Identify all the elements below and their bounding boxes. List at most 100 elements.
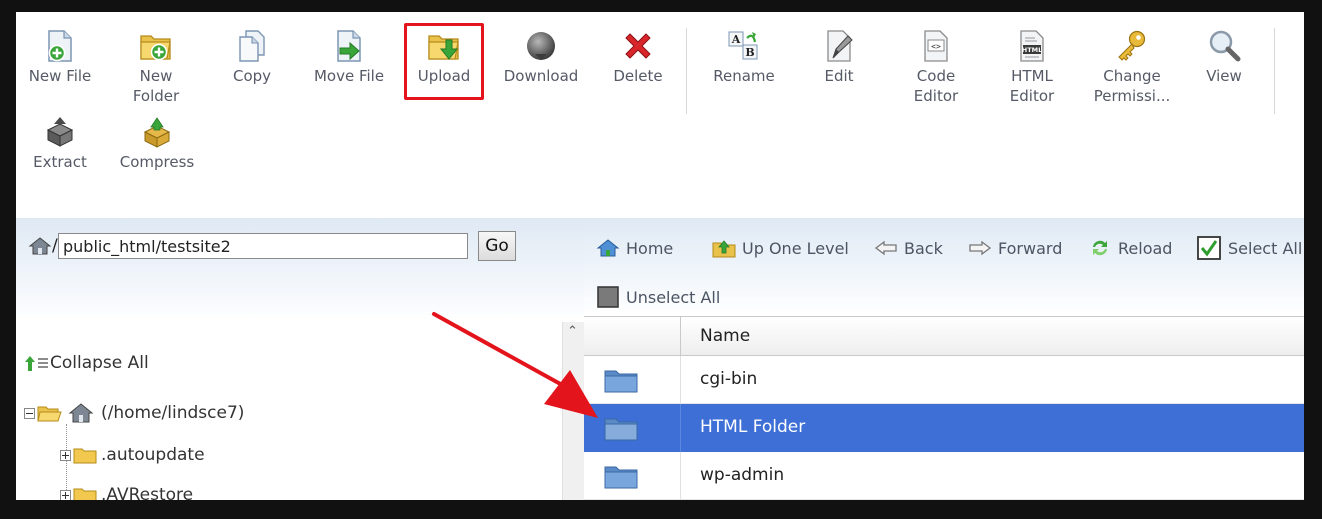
file-name: HTML Folder xyxy=(700,417,806,437)
rename-icon: A B xyxy=(728,31,758,60)
select-all-link[interactable]: Select All xyxy=(1196,236,1302,260)
download-button[interactable]: Download xyxy=(498,28,584,86)
new-folder-icon xyxy=(140,35,171,61)
path-bar: / Go xyxy=(16,218,584,322)
folder-icon xyxy=(73,448,97,464)
home-label: Home xyxy=(626,238,674,258)
open-folder-icon xyxy=(37,406,62,422)
html-editor-button[interactable]: HTML HTML Editor xyxy=(992,28,1072,106)
home-icon xyxy=(28,237,52,255)
compress-button[interactable]: Compress xyxy=(112,114,202,172)
extract-icon xyxy=(46,117,74,147)
unselect-all-label: Unselect All xyxy=(626,287,721,307)
up-one-level-label: Up One Level xyxy=(742,238,849,258)
table-row[interactable]: wp-admin xyxy=(584,452,1304,500)
home-link[interactable]: Home xyxy=(596,236,673,260)
name-column-header[interactable]: Name xyxy=(700,326,750,346)
view-button[interactable]: View xyxy=(1188,28,1260,86)
back-link[interactable]: Back xyxy=(874,236,943,260)
download-icon xyxy=(527,32,555,60)
svg-text:HTML: HTML xyxy=(1022,46,1042,54)
code-editor-icon: <> xyxy=(924,30,948,62)
rename-label: Rename xyxy=(713,67,775,85)
edit-pencil-icon xyxy=(827,30,853,62)
copy-button[interactable]: Copy xyxy=(212,28,292,86)
change-permissions-label: Change Permissi... xyxy=(1093,67,1171,105)
delete-button[interactable]: Delete xyxy=(598,28,678,86)
view-label: View xyxy=(1206,67,1242,85)
file-table-header: Name xyxy=(584,316,1304,357)
svg-text:B: B xyxy=(745,46,754,59)
copy-icon xyxy=(239,30,265,62)
tree-item-label: .autoupdate xyxy=(101,445,205,465)
html-editor-icon: HTML xyxy=(1020,30,1044,62)
reload-link[interactable]: Reload xyxy=(1088,236,1172,260)
collapse-all-icon xyxy=(25,356,48,371)
directory-tree: Collapse All (/home/lindsce7) .autoupdat… xyxy=(16,322,562,500)
column-separator xyxy=(680,404,681,452)
column-separator xyxy=(680,452,681,500)
reload-label: Reload xyxy=(1118,238,1173,258)
extract-button[interactable]: Extract xyxy=(20,114,100,172)
expand-toggle[interactable] xyxy=(60,449,71,461)
extract-label: Extract xyxy=(33,153,87,171)
toolbar: New File New Folder Copy Move File Uploa… xyxy=(16,12,1304,218)
scroll-up-arrow-icon[interactable]: ⌃ xyxy=(567,324,578,339)
table-row-selected[interactable]: HTML Folder xyxy=(584,404,1304,452)
edit-button[interactable]: Edit xyxy=(802,28,876,86)
move-file-button[interactable]: Move File xyxy=(306,28,392,86)
file-list-pane: Home Up One Level Back Forward Reload Se… xyxy=(584,218,1304,500)
toolbar-separator xyxy=(686,28,687,114)
folder-icon xyxy=(604,418,638,441)
rename-button[interactable]: A B Rename xyxy=(702,28,786,86)
back-arrow-icon xyxy=(874,240,897,256)
path-input[interactable] xyxy=(58,233,468,259)
new-folder-button[interactable]: New Folder xyxy=(116,28,196,106)
up-one-level-link[interactable]: Up One Level xyxy=(712,236,849,260)
forward-label: Forward xyxy=(998,238,1063,258)
key-icon xyxy=(1118,30,1146,61)
unselect-all-link[interactable]: Unselect All xyxy=(596,285,720,309)
forward-link[interactable]: Forward xyxy=(968,236,1062,260)
toolbar-separator xyxy=(1274,28,1275,114)
unchecked-checkbox-icon xyxy=(597,286,619,308)
upload-highlight-box xyxy=(404,23,484,100)
new-file-button[interactable]: New File xyxy=(20,28,100,86)
path-prefix: / xyxy=(52,236,58,256)
magnifier-icon xyxy=(1209,30,1241,62)
compress-label: Compress xyxy=(119,153,195,171)
new-file-icon xyxy=(48,30,72,62)
change-permissions-button[interactable]: Change Permissi... xyxy=(1084,28,1180,106)
tree-item-label: .AVRestore xyxy=(101,485,194,500)
expand-toggle[interactable] xyxy=(60,489,71,500)
delete-label: Delete xyxy=(613,67,663,85)
go-button[interactable]: Go xyxy=(478,231,516,261)
folder-icon xyxy=(604,466,638,489)
code-editor-button[interactable]: <> Code Editor xyxy=(896,28,976,106)
edit-label: Edit xyxy=(824,67,854,85)
directory-tree-pane: / Go Collapse All xyxy=(16,218,585,500)
forward-arrow-icon xyxy=(969,240,992,256)
tree-root-label: (/home/lindsce7) xyxy=(101,403,245,423)
file-manager-window: New File New Folder Copy Move File Uploa… xyxy=(16,12,1304,500)
tree-root[interactable]: (/home/lindsce7) xyxy=(24,402,244,424)
folder-icon xyxy=(73,488,97,500)
tree-item[interactable]: .AVRestore xyxy=(60,484,193,500)
copy-label: Copy xyxy=(232,67,272,85)
reload-icon xyxy=(1093,240,1107,256)
tree-item[interactable]: .autoupdate xyxy=(60,444,205,466)
folder-icon xyxy=(604,370,638,393)
html-editor-label: HTML Editor xyxy=(1009,67,1055,105)
back-label: Back xyxy=(904,238,943,258)
collapse-all-link[interactable]: Collapse All xyxy=(24,352,149,374)
home-icon xyxy=(596,239,620,257)
collapse-toggle[interactable] xyxy=(24,407,35,419)
column-separator xyxy=(680,356,681,404)
table-row[interactable]: cgi-bin xyxy=(584,356,1304,404)
tree-scrollbar[interactable]: ⌃ xyxy=(562,322,585,500)
collapse-all-label: Collapse All xyxy=(50,353,149,373)
up-folder-icon xyxy=(712,240,736,258)
home-icon xyxy=(68,403,94,423)
select-all-label: Select All xyxy=(1228,238,1303,258)
svg-text:A: A xyxy=(731,33,741,46)
